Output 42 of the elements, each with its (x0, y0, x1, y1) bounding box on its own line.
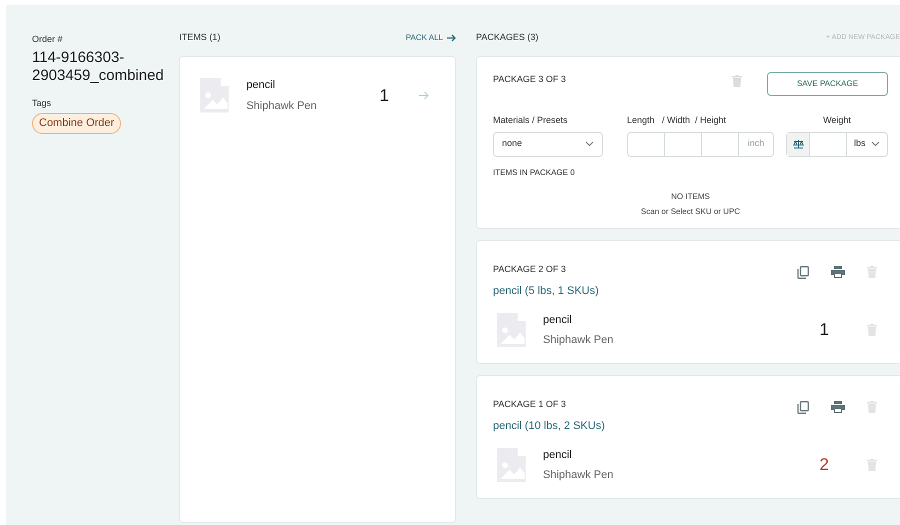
item-sku: Shiphawk Pen (543, 333, 614, 348)
arrow-right-icon (447, 34, 456, 42)
dimension-unit: inch (746, 137, 766, 150)
item-name: pencil (543, 312, 573, 328)
items-in-package-label: ITEMS IN PACKAGE 0 (493, 166, 576, 178)
dimensions-label: Length / Width / Height (627, 114, 728, 127)
trash-icon[interactable] (732, 75, 742, 87)
item-quantity: 1 (820, 319, 829, 342)
order-number: 114-9166303-2903459_combined (32, 48, 165, 84)
package-title: PACKAGE 1 OF 3 (493, 398, 567, 410)
copy-icon[interactable] (797, 266, 809, 278)
tags-label: Tags (32, 96, 52, 110)
printer-icon[interactable] (831, 401, 845, 413)
package-summary[interactable]: pencil (5 lbs, 1 SKUs) (493, 283, 599, 300)
printer-icon[interactable] (831, 266, 845, 278)
trash-icon[interactable] (867, 459, 877, 471)
items-heading: ITEMS (1) (179, 31, 220, 44)
package-title: PACKAGE 2 OF 3 (493, 262, 567, 276)
trash-icon[interactable] (867, 324, 877, 336)
package-summary[interactable]: pencil (10 lbs, 2 SKUs) (493, 418, 605, 434)
package-title: PACKAGE 3 OF 3 (493, 73, 566, 86)
save-package-button[interactable]: SAVE PACKAGE (767, 72, 888, 96)
empty-title: NO ITEMS (671, 190, 710, 202)
arrow-right-icon[interactable] (419, 91, 429, 100)
order-label: Order # (32, 33, 63, 46)
pack-all-link[interactable]: PACK ALL (406, 32, 456, 44)
item-sku: Shiphawk Pen (543, 468, 614, 483)
materials-label: Materials / Presets (493, 114, 569, 127)
empty-hint: Scan or Select SKU or UPC (640, 206, 740, 218)
item-name: pencil (246, 78, 276, 93)
materials-select[interactable]: none (493, 132, 603, 156)
weight-label: Weight (823, 114, 851, 127)
copy-icon[interactable] (797, 400, 809, 414)
trash-icon[interactable] (867, 266, 877, 278)
item-quantity: 1 (380, 84, 389, 107)
item-sku: Shiphawk Pen (246, 98, 317, 114)
trash-icon[interactable] (867, 401, 877, 413)
packages-heading: PACKAGES (3) (476, 31, 538, 44)
item-quantity: 2 (820, 454, 829, 476)
tag: Combine Order (32, 113, 122, 134)
item-name: pencil (543, 448, 573, 462)
chevron-down-icon (585, 141, 594, 147)
